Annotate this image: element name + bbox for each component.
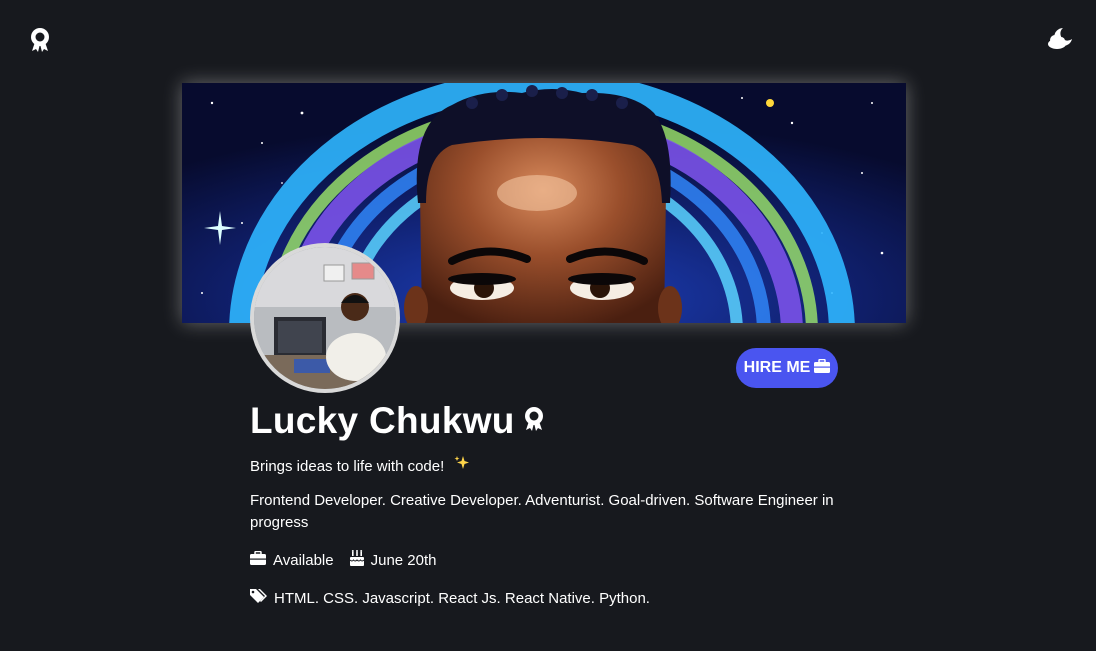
profile-name-row: Lucky Chukwu xyxy=(250,400,545,442)
sparkles-icon xyxy=(454,456,470,475)
briefcase-icon xyxy=(250,550,266,569)
availability-item: Available xyxy=(250,550,334,569)
hire-me-button[interactable]: HIRE ME xyxy=(736,348,838,388)
tags-icon xyxy=(250,588,269,608)
birthday-text: June 20th xyxy=(370,551,437,569)
profile-meta: Available June 20th xyxy=(250,550,453,570)
profile-name: Lucky Chukwu xyxy=(250,400,515,441)
profile-tagline: Brings ideas to life with code! xyxy=(250,455,470,475)
profile-skills: HTML. CSS. Javascript. React Js. React N… xyxy=(250,588,650,608)
award-ribbon-icon[interactable] xyxy=(26,26,54,54)
cake-icon xyxy=(349,550,364,570)
skills-text: HTML. CSS. Javascript. React Js. React N… xyxy=(274,589,650,607)
profile-avatar xyxy=(250,243,400,393)
profile-bio: Frontend Developer. Creative Developer. … xyxy=(250,492,834,531)
briefcase-icon xyxy=(814,358,831,378)
tagline-text: Brings ideas to life with code! xyxy=(250,458,445,475)
availability-text: Available xyxy=(273,551,334,569)
hire-me-label: HIRE ME xyxy=(743,359,811,376)
award-ribbon-icon xyxy=(523,405,545,438)
birthday-item: June 20th xyxy=(349,550,437,570)
cloud-moon-icon[interactable] xyxy=(1046,24,1074,52)
